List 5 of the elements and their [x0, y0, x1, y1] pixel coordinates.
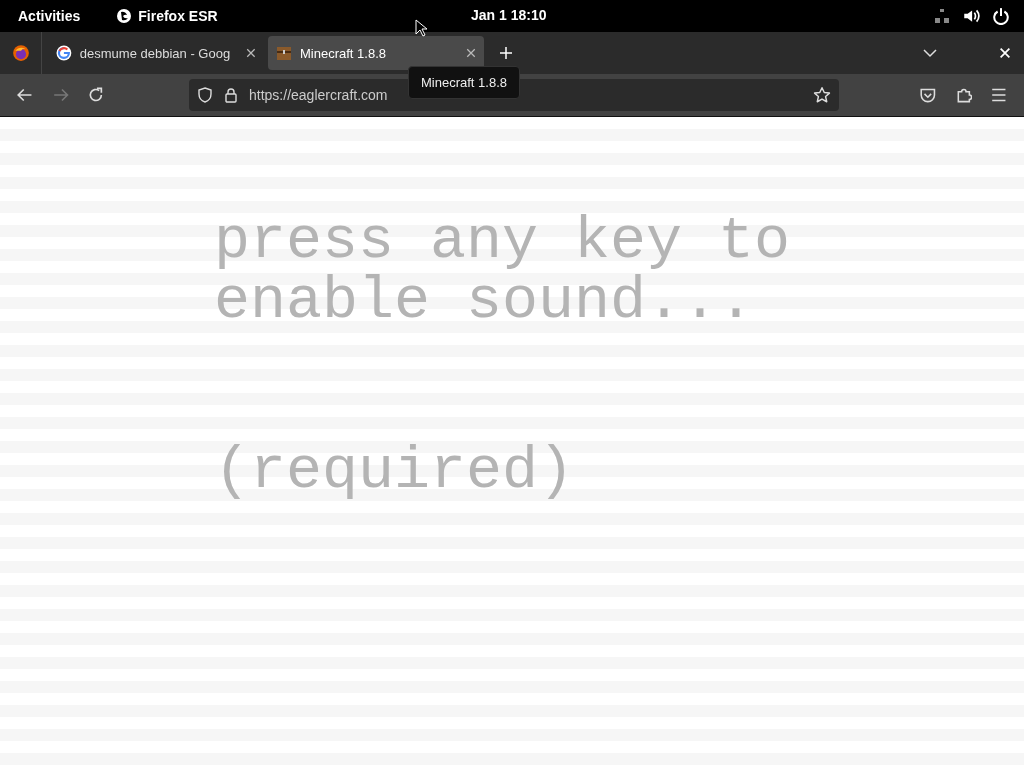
tab-tooltip: Minecraft 1.8.8	[408, 66, 520, 99]
prompt-text: press any key to	[214, 211, 792, 271]
url-text: https://eaglercraft.com	[249, 87, 388, 103]
prompt-text: enable sound...	[214, 271, 756, 331]
required-note: (required)	[214, 441, 576, 501]
